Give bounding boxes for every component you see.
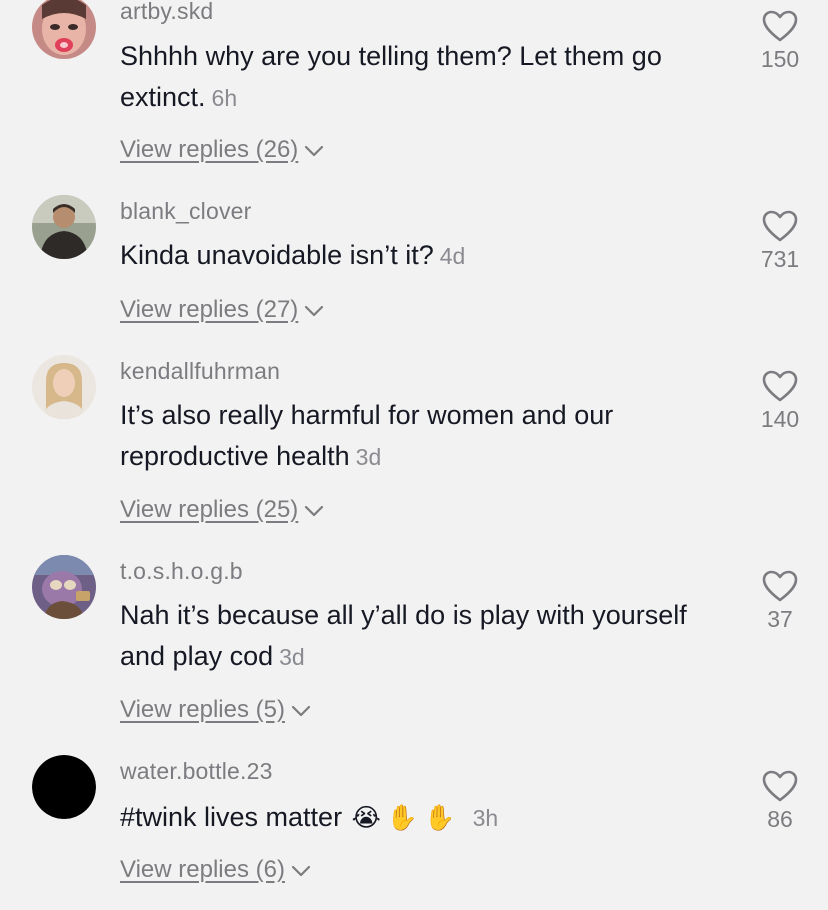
comment-username[interactable]: blank_clover: [120, 198, 252, 225]
comment-body: Nah it’s because all y’all do is play wi…: [120, 600, 687, 671]
comment-text: #twink lives matter 😭 ✋ ✋ 3h: [120, 797, 730, 839]
chevron-down-icon: [304, 496, 324, 524]
avatar[interactable]: [32, 755, 96, 819]
view-replies-button[interactable]: View replies (25): [120, 496, 324, 524]
avatar-face-pink-icon: [32, 0, 96, 59]
comment-time: 4d: [439, 243, 466, 269]
like-count: 140: [760, 406, 800, 432]
comment-item: kendallfuhrman It’s also really harmful …: [0, 355, 828, 555]
avatar-blonde-woman-icon: [32, 355, 96, 419]
like-button[interactable]: 37: [740, 570, 820, 633]
comment-body: Kinda unavoidable isn’t it?: [120, 240, 434, 270]
like-count: 731: [760, 246, 800, 272]
avatar[interactable]: [32, 0, 96, 59]
comment-username[interactable]: t.o.s.h.o.g.b: [120, 558, 243, 585]
avatar[interactable]: [32, 355, 96, 419]
comment-item: t.o.s.h.o.g.b Nah it’s because all y’all…: [0, 555, 828, 755]
comment-text: Nah it’s because all y’all do is play wi…: [120, 595, 730, 678]
heart-icon: [740, 210, 820, 242]
comment-time: 3h: [472, 805, 499, 831]
comment-time: 3d: [355, 444, 382, 470]
view-replies-button[interactable]: View replies (6): [120, 856, 311, 884]
comment-username[interactable]: artby.skd: [120, 0, 213, 25]
like-button[interactable]: 140: [740, 370, 820, 433]
chevron-down-icon: [291, 696, 311, 724]
heart-icon: [740, 570, 820, 602]
chevron-down-icon: [291, 856, 311, 884]
view-replies-label: View replies (27): [120, 296, 299, 323]
heart-icon: [740, 770, 820, 802]
comment-body: #twink lives matter: [120, 802, 343, 832]
chevron-down-icon: [304, 136, 324, 164]
like-button[interactable]: 731: [740, 210, 820, 273]
comment-item: artby.skd Shhhh why are you telling them…: [0, 0, 828, 200]
avatar-black-icon: [32, 755, 96, 819]
comment-item: water.bottle.23 #twink lives matter 😭 ✋ ✋ …: [0, 755, 828, 910]
heart-icon: [740, 370, 820, 402]
comment-time: 6h: [211, 85, 238, 111]
comment-username[interactable]: water.bottle.23: [120, 758, 273, 785]
raised-hand-icon: ✋: [423, 804, 456, 832]
avatar-cartoon-purple-icon: [32, 555, 96, 619]
like-button[interactable]: 150: [740, 10, 820, 73]
chevron-down-icon: [304, 296, 324, 324]
comment-username[interactable]: kendallfuhrman: [120, 358, 280, 385]
avatar-man-dark-shirt-icon: [32, 195, 96, 259]
comment-time: 3d: [279, 644, 305, 670]
heart-icon: [740, 10, 820, 42]
like-count: 150: [760, 46, 800, 72]
view-replies-button[interactable]: View replies (27): [120, 296, 324, 324]
raised-hand-icon: ✋: [386, 804, 418, 832]
like-button[interactable]: 86: [740, 770, 820, 833]
view-replies-button[interactable]: View replies (26): [120, 136, 324, 164]
view-replies-label: View replies (26): [120, 136, 299, 163]
comment-text: It’s also really harmful for women and o…: [120, 395, 730, 478]
view-replies-label: View replies (25): [120, 496, 299, 523]
like-count: 37: [767, 606, 793, 632]
view-replies-label: View replies (6): [120, 856, 285, 883]
comment-body: Shhhh why are you telling them? Let them…: [120, 41, 662, 112]
loudly-crying-face-icon: 😭: [351, 804, 381, 832]
view-replies-label: View replies (5): [120, 696, 285, 723]
avatar[interactable]: [32, 195, 96, 259]
comment-text: Shhhh why are you telling them? Let them…: [120, 36, 730, 119]
avatar[interactable]: [32, 555, 96, 619]
view-replies-button[interactable]: View replies (5): [120, 696, 311, 724]
comment-text: Kinda unavoidable isn’t it? 4d: [120, 235, 730, 277]
comment-item: blank_clover Kinda unavoidable isn’t it?…: [0, 195, 828, 355]
like-count: 86: [767, 806, 793, 832]
